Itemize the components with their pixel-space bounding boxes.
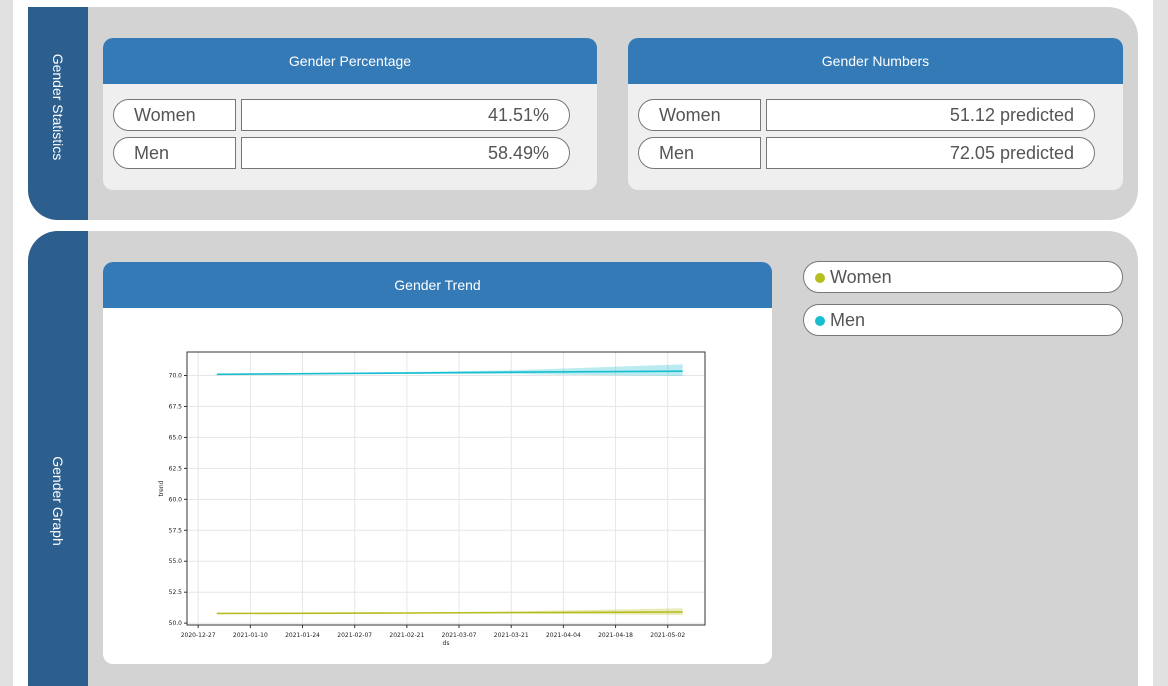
y-tick-label: 67.5 <box>169 403 183 410</box>
x-tick-label: 2021-03-21 <box>494 632 529 639</box>
gender-graph-tab-label: Gender Graph <box>50 456 66 546</box>
legend-item-men[interactable]: Men <box>803 304 1123 336</box>
legend-item-women[interactable]: Women <box>803 261 1123 293</box>
gender-percentage-card: Gender Percentage Women 41.51% Men 58.49… <box>103 38 597 190</box>
y-tick-label: 50.0 <box>169 620 183 627</box>
legend-label-women: Women <box>830 267 892 287</box>
gender-statistics-tab-label: Gender Statistics <box>50 53 66 161</box>
percentage-value-men: 58.49% <box>241 137 570 169</box>
gender-numbers-card: Gender Numbers Women 51.12 predicted Men… <box>628 38 1123 190</box>
gender-trend-chart: 2020-12-27 2021-01-10 2021-01-24 2021-02-07… <box>103 308 772 664</box>
x-tick-label: 2021-04-04 <box>546 632 581 639</box>
numbers-label-women: Women <box>638 99 761 131</box>
x-tick-label: 2021-02-21 <box>389 632 424 639</box>
x-tick-label: 2020-12-27 <box>181 632 216 639</box>
gender-trend-title: Gender Trend <box>103 262 772 308</box>
x-tick-label: 2021-01-24 <box>285 632 320 639</box>
gender-percentage-title: Gender Percentage <box>103 38 597 84</box>
x-tick-label: 2021-01-10 <box>233 632 268 639</box>
percentage-label-women: Women <box>113 99 236 131</box>
x-tick-label: 2021-05-02 <box>650 632 685 639</box>
gender-statistics-tab: Gender Statistics <box>28 7 88 220</box>
y-tick-label: 65.0 <box>169 434 183 441</box>
y-tick-label: 62.5 <box>169 465 183 472</box>
numbers-label-men: Men <box>638 137 761 169</box>
percentage-label-men: Men <box>113 137 236 169</box>
legend-label-men: Men <box>830 310 866 330</box>
y-axis-label: trend <box>158 480 165 496</box>
y-tick-label: 57.5 <box>169 527 183 534</box>
y-tick-label: 55.0 <box>169 558 183 565</box>
x-tick-label: 2021-04-18 <box>598 632 633 639</box>
gender-numbers-title: Gender Numbers <box>628 38 1123 84</box>
percentage-value-women: 41.51% <box>241 99 570 131</box>
gender-graph-section: Gender Graph Gender Trend 2020-12-27 2021… <box>28 231 1138 686</box>
numbers-value-men: 72.05 predicted <box>766 137 1095 169</box>
legend-dot-men-icon <box>815 316 825 326</box>
x-axis-label: ds <box>443 640 450 647</box>
numbers-value-women: 51.12 predicted <box>766 99 1095 131</box>
gender-trend-card: Gender Trend 2020-12-27 2021-01-10 2021-01… <box>103 262 772 664</box>
gender-statistics-section: Gender Statistics Gender Percentage Wome… <box>28 7 1138 220</box>
y-tick-label: 52.5 <box>169 589 183 596</box>
legend-dot-women-icon <box>815 273 825 283</box>
gender-graph-tab: Gender Graph <box>28 231 88 686</box>
y-tick-label: 60.0 <box>169 496 183 503</box>
trend-chart-svg: 2020-12-27 2021-01-10 2021-01-24 2021-02-07… <box>158 351 706 647</box>
y-tick-label: 70.0 <box>169 373 183 380</box>
x-tick-label: 2021-02-07 <box>337 632 372 639</box>
x-tick-label: 2021-03-07 <box>442 632 477 639</box>
page: Gender Statistics Gender Percentage Wome… <box>13 0 1153 686</box>
plot-frame <box>186 351 706 626</box>
